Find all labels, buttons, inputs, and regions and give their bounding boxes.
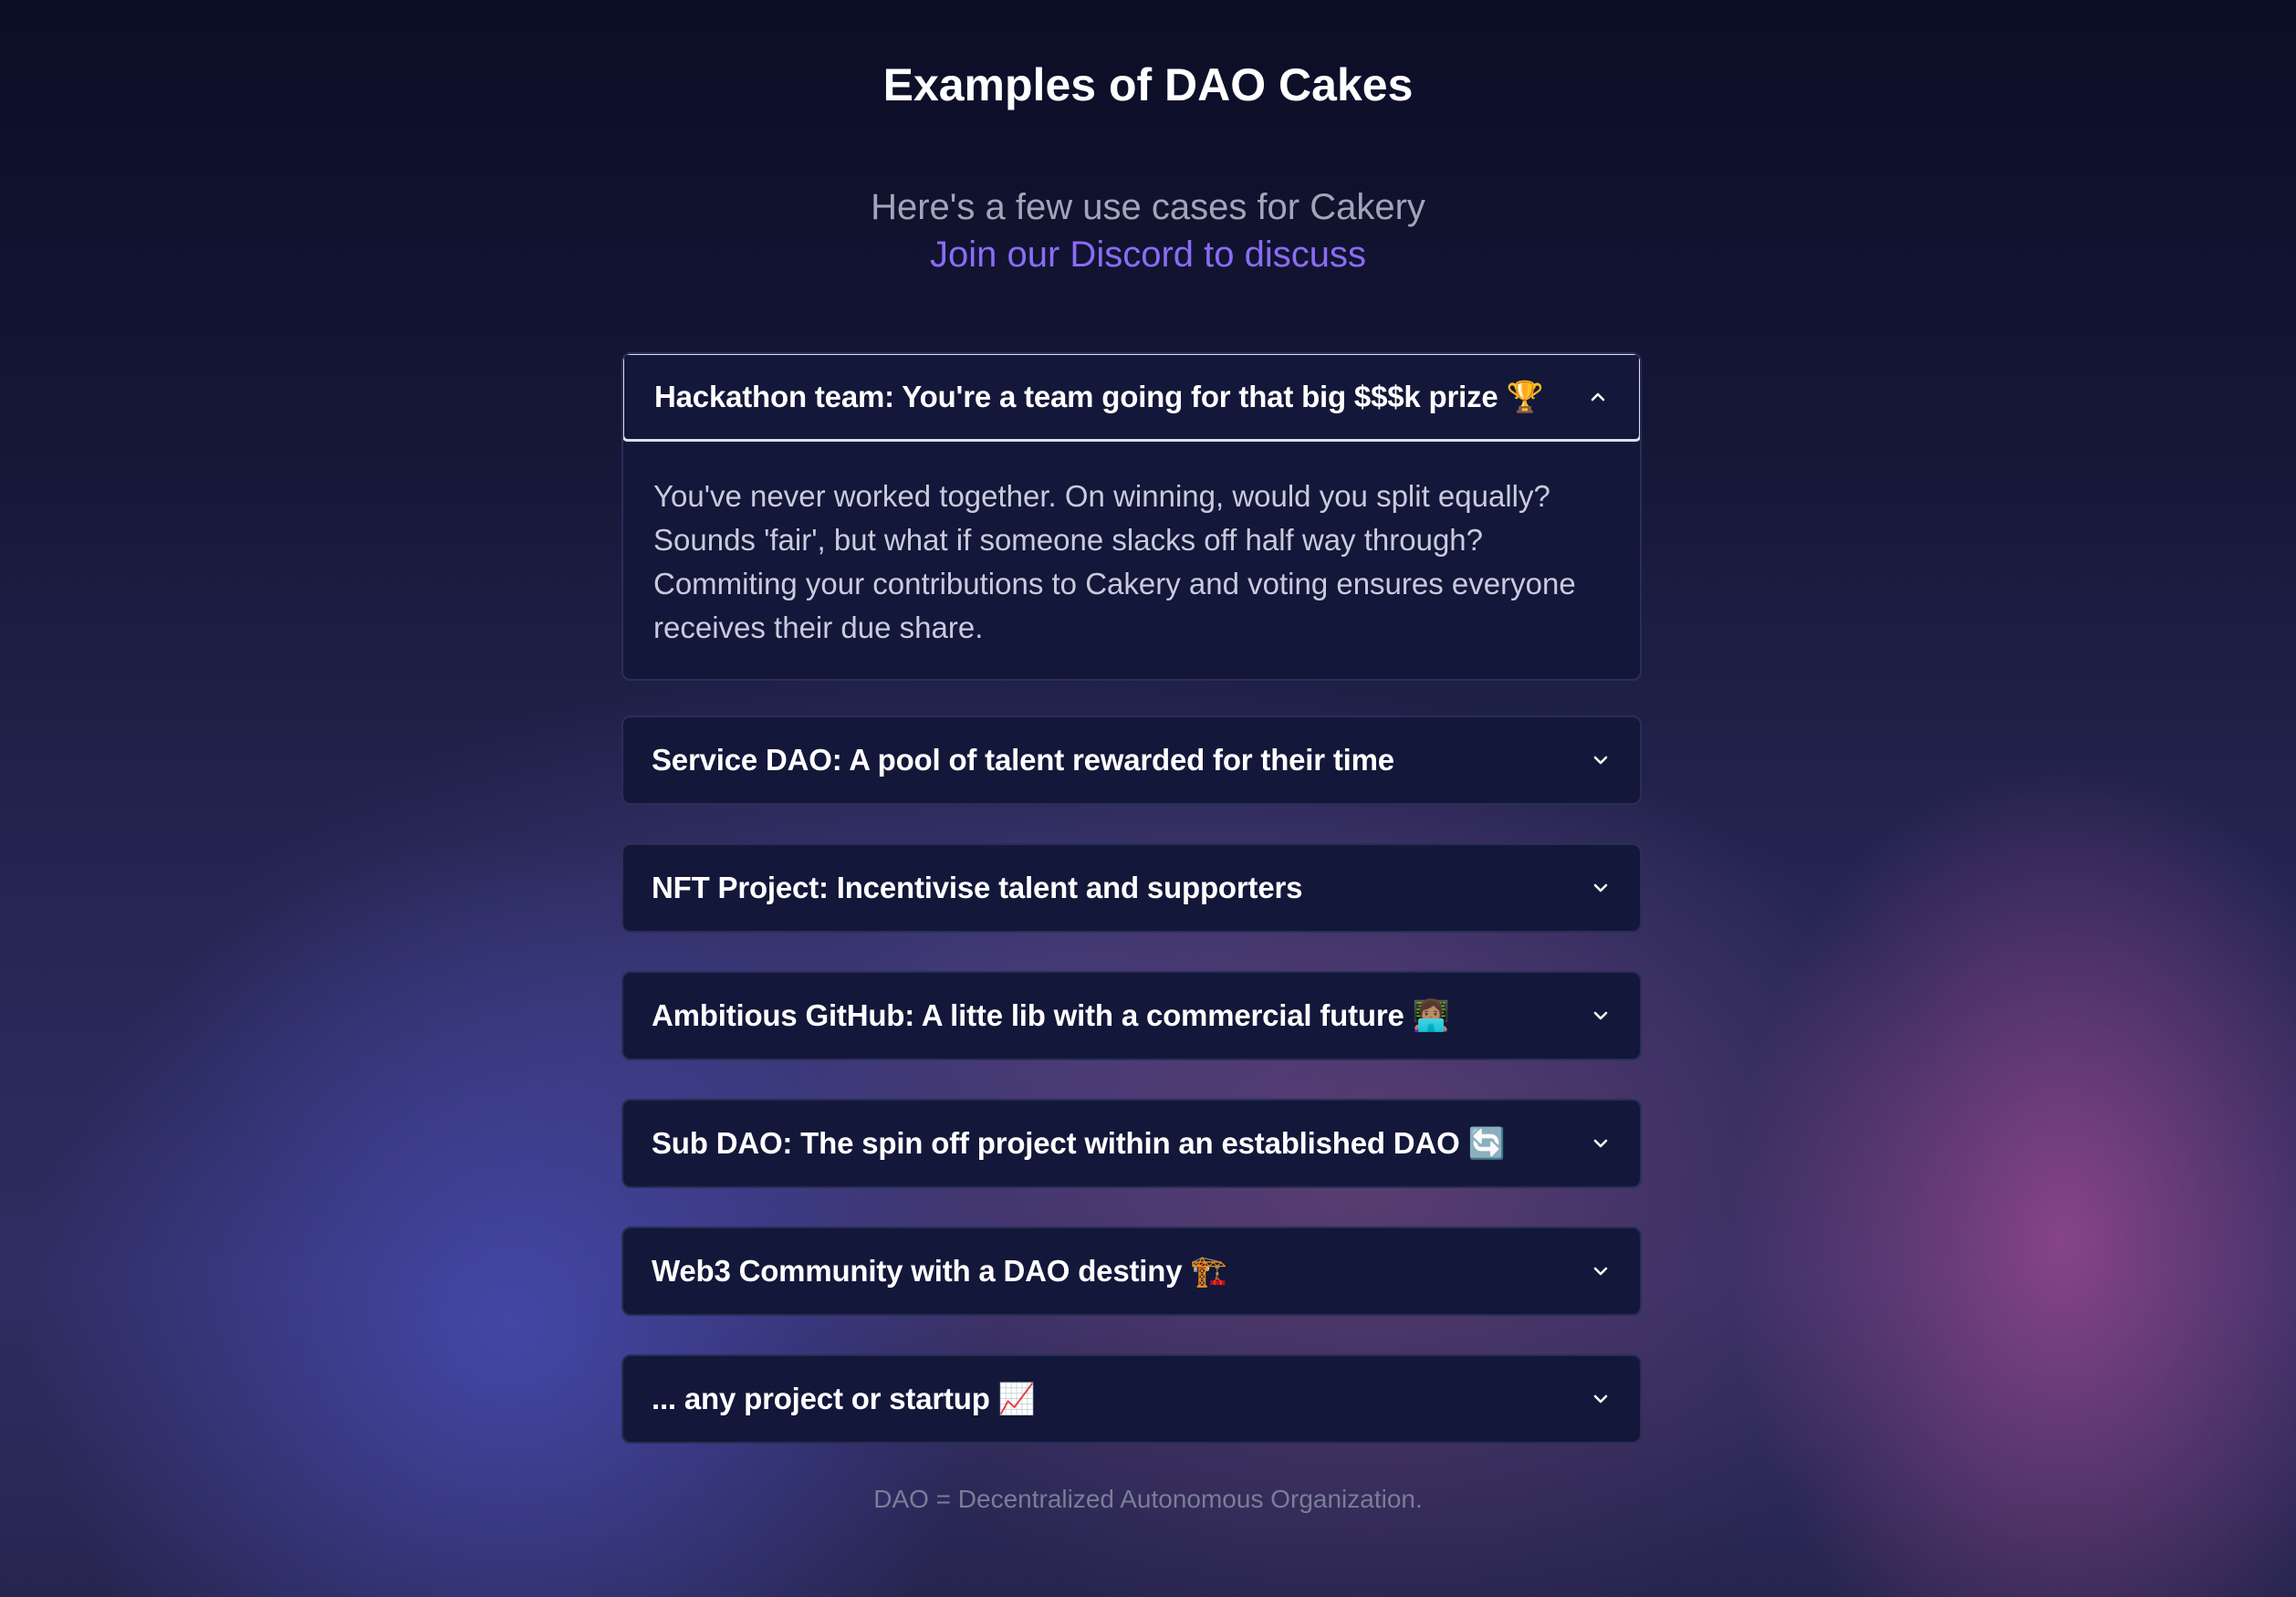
accordion-title: Sub DAO: The spin off project within an … bbox=[652, 1125, 1506, 1160]
accordion-title: ... any project or startup 📈 bbox=[652, 1381, 1036, 1415]
accordion-title: Ambitious GitHub: A litte lib with a com… bbox=[652, 997, 1450, 1032]
chevron-down-icon bbox=[1591, 750, 1611, 770]
accordion-item-sub-dao: Sub DAO: The spin off project within an … bbox=[621, 1099, 1642, 1188]
accordion-header-sub-dao[interactable]: Sub DAO: The spin off project within an … bbox=[623, 1101, 1640, 1186]
accordion-item-nft-project: NFT Project: Incentivise talent and supp… bbox=[621, 843, 1642, 933]
chevron-down-icon bbox=[1591, 1133, 1611, 1153]
accordion-title: Web3 Community with a DAO destiny 🏗️ bbox=[652, 1253, 1228, 1288]
accordion-header-hackathon[interactable]: Hackathon team: You're a team going for … bbox=[623, 354, 1640, 442]
chevron-down-icon bbox=[1591, 1261, 1611, 1281]
accordion-title: Hackathon team: You're a team going for … bbox=[654, 379, 1544, 413]
page: Examples of DAO Cakes Here's a few use c… bbox=[0, 0, 2296, 1597]
chevron-up-icon bbox=[1588, 387, 1608, 407]
chevron-down-icon bbox=[1591, 1006, 1611, 1026]
page-title: Examples of DAO Cakes bbox=[882, 59, 1414, 110]
accordion-title: NFT Project: Incentivise talent and supp… bbox=[652, 871, 1303, 904]
dao-footnote: DAO = Decentralized Autonomous Organizat… bbox=[873, 1485, 1423, 1513]
accordion-header-any-project[interactable]: ... any project or startup 📈 bbox=[623, 1356, 1640, 1442]
accordion-title: Service DAO: A pool of talent rewarded f… bbox=[652, 743, 1394, 777]
accordion-item-web3-community: Web3 Community with a DAO destiny 🏗️ bbox=[621, 1226, 1642, 1316]
chevron-down-icon bbox=[1591, 878, 1611, 898]
chevron-down-icon bbox=[1591, 1389, 1611, 1409]
accordion-header-ambitious-github[interactable]: Ambitious GitHub: A litte lib with a com… bbox=[623, 973, 1640, 1059]
accordion-header-service-dao[interactable]: Service DAO: A pool of talent rewarded f… bbox=[623, 717, 1640, 803]
accordion-item-service-dao: Service DAO: A pool of talent rewarded f… bbox=[621, 715, 1642, 805]
intro-subtitle: Here's a few use cases for Cakery bbox=[871, 187, 1425, 227]
accordion-header-nft-project[interactable]: NFT Project: Incentivise talent and supp… bbox=[623, 845, 1640, 931]
accordion-header-web3-community[interactable]: Web3 Community with a DAO destiny 🏗️ bbox=[623, 1228, 1640, 1314]
accordion-body-hackathon: You've never worked together. On winning… bbox=[653, 479, 1576, 644]
accordion-item-hackathon: Hackathon team: You're a team going for … bbox=[621, 352, 1642, 681]
accordion-item-ambitious-github: Ambitious GitHub: A litte lib with a com… bbox=[621, 971, 1642, 1060]
accordion-item-any-project: ... any project or startup 📈 bbox=[621, 1354, 1642, 1444]
discord-link[interactable]: Join our Discord to discuss bbox=[0, 230, 2296, 279]
